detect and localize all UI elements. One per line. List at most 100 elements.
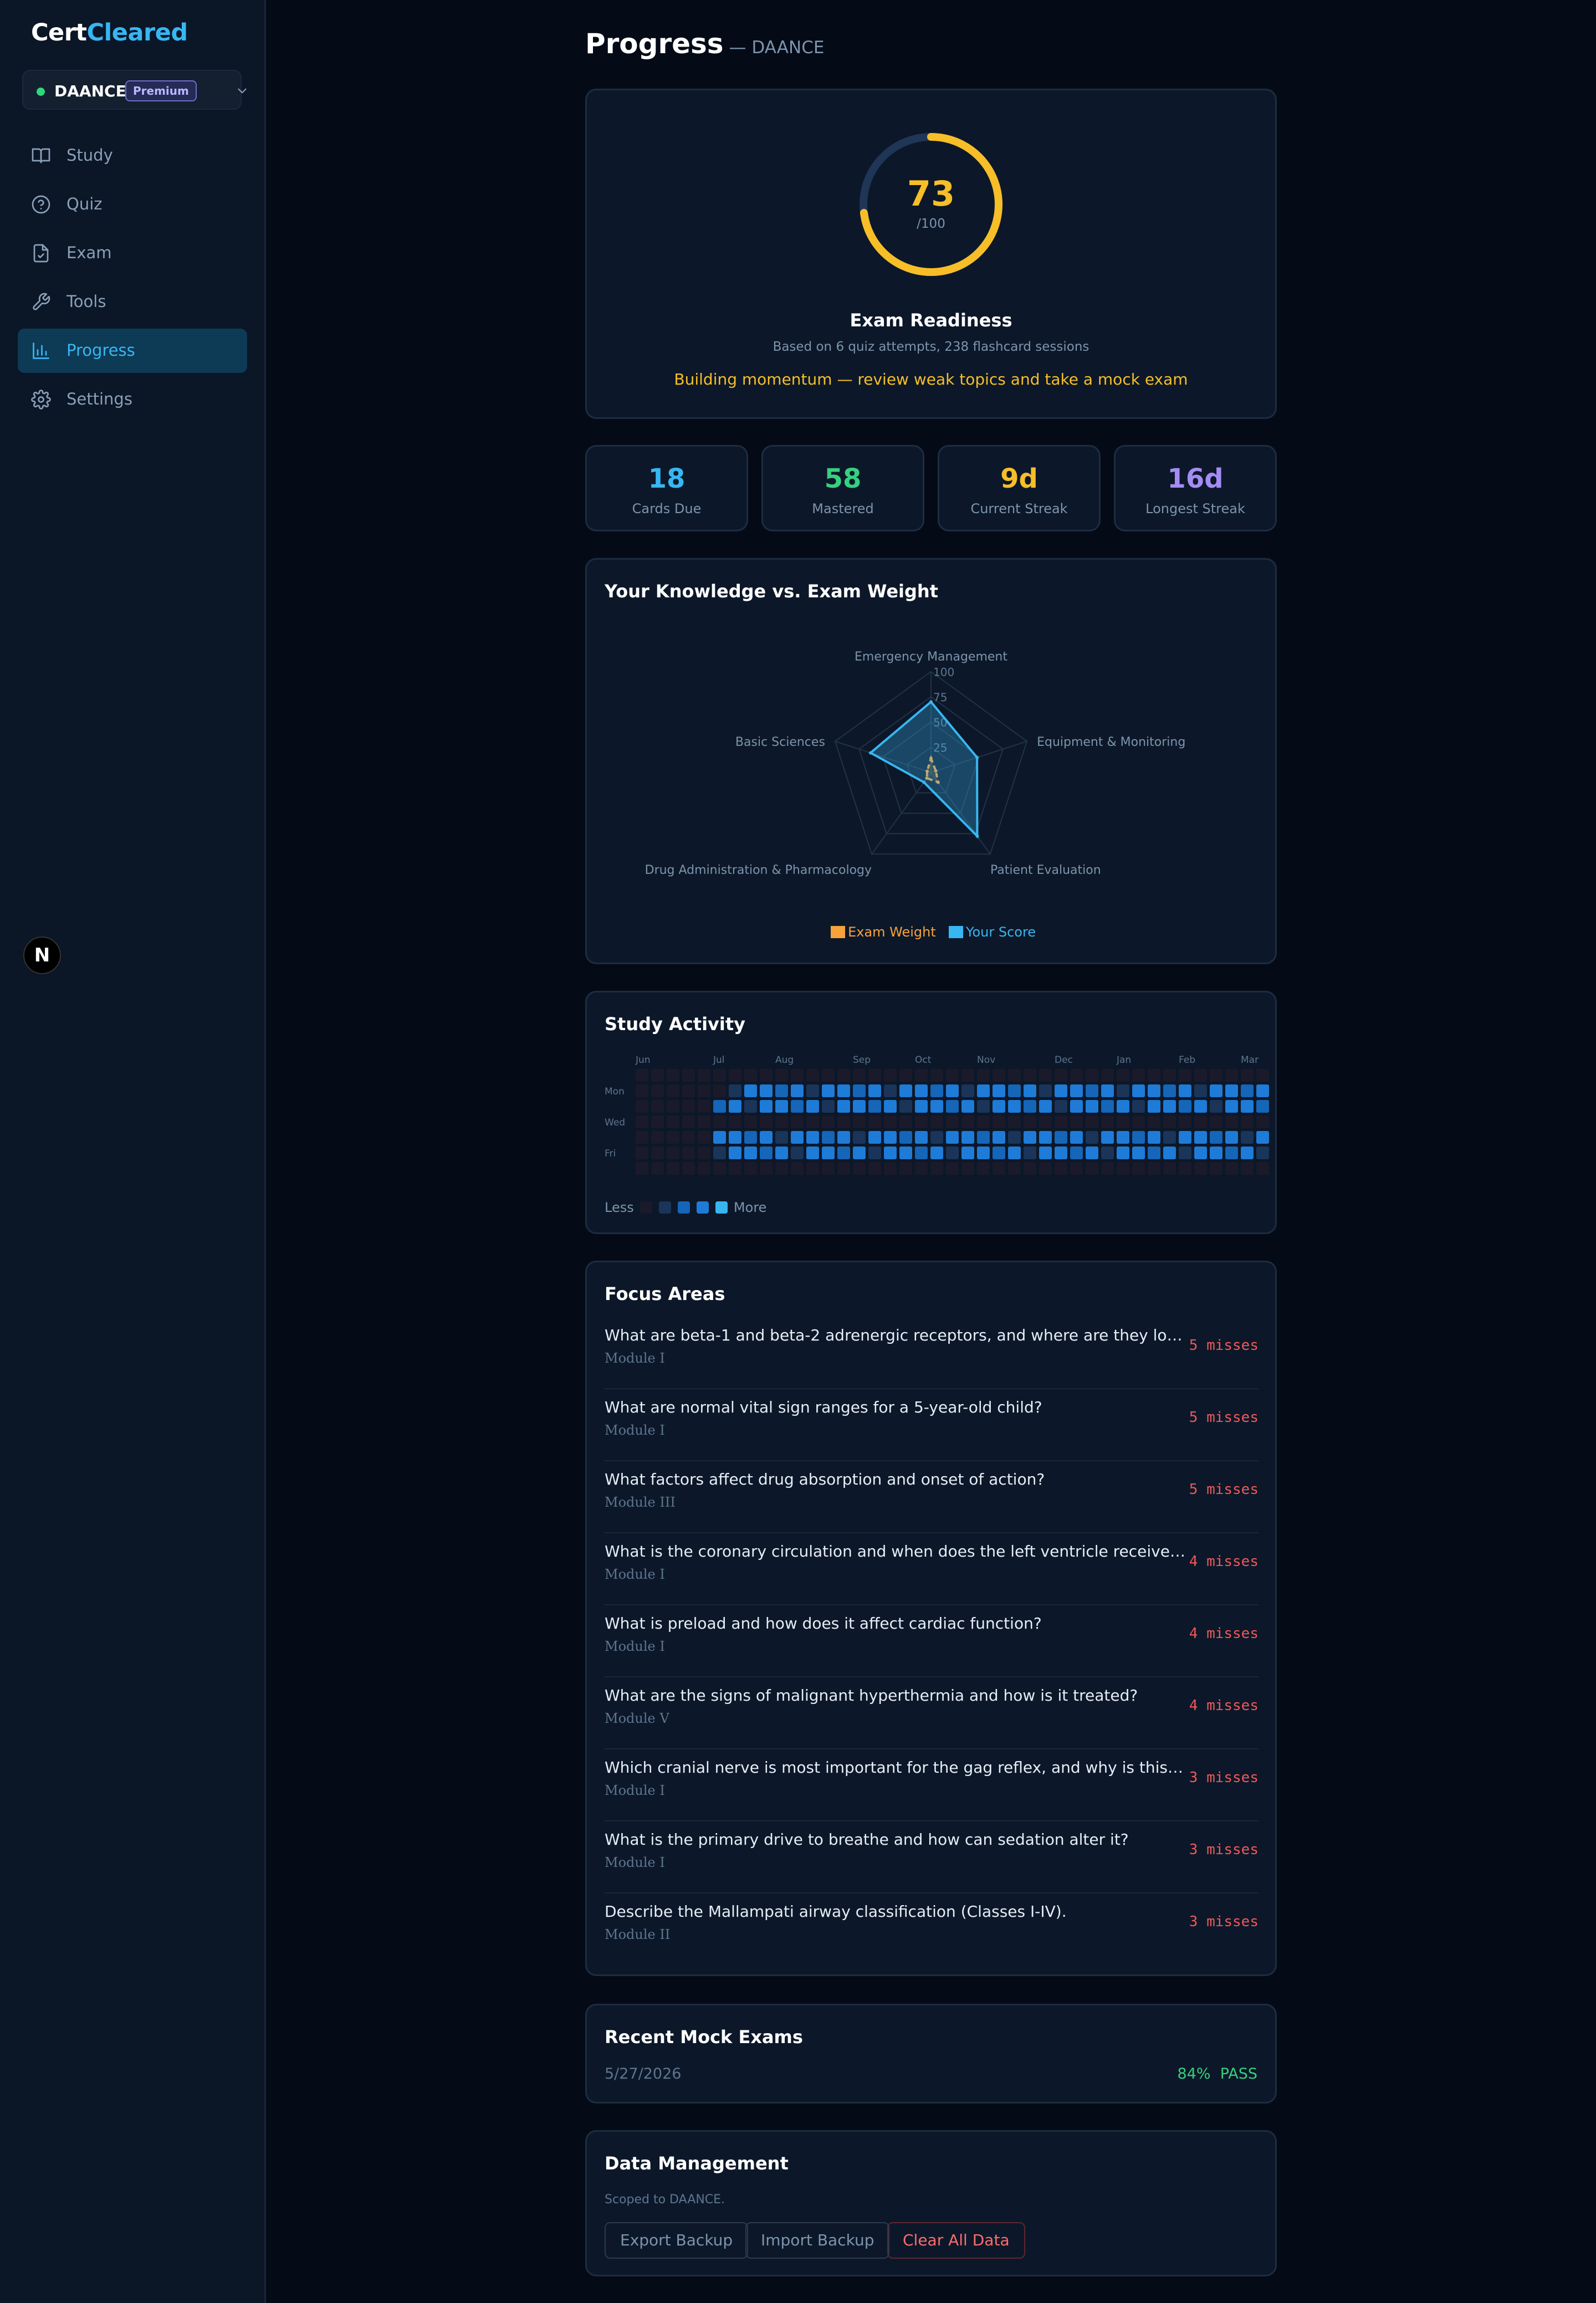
heatmap-cell bbox=[651, 1131, 664, 1144]
radar-point bbox=[929, 700, 933, 704]
heatmap-cell bbox=[791, 1069, 804, 1082]
heatmap-cell bbox=[1008, 1131, 1021, 1144]
dev-tools-badge[interactable]: N bbox=[23, 936, 61, 974]
heatmap-cell bbox=[868, 1084, 881, 1097]
focus-question: What is the coronary circulation and whe… bbox=[605, 1542, 1186, 1560]
heatmap-cell bbox=[977, 1131, 990, 1144]
heatmap-cell bbox=[822, 1069, 835, 1082]
heatmap-cell bbox=[868, 1115, 881, 1128]
heatmap-cell bbox=[1132, 1147, 1145, 1159]
heatmap-cell bbox=[993, 1162, 1005, 1175]
heatmap-cell bbox=[1225, 1084, 1238, 1097]
heatmap-cell bbox=[791, 1131, 804, 1144]
heatmap-cell bbox=[1241, 1084, 1254, 1097]
heatmap-cell bbox=[837, 1162, 850, 1175]
heatmap-cell bbox=[899, 1131, 912, 1144]
heatmap-cell bbox=[993, 1147, 1005, 1159]
focus-item[interactable]: What is the coronary circulation and whe… bbox=[605, 1532, 1259, 1605]
focus-question: What is the primary drive to breathe and… bbox=[605, 1830, 1129, 1849]
heatmap-cell bbox=[1055, 1131, 1067, 1144]
legend-scale bbox=[637, 1201, 731, 1214]
heatmap-cell bbox=[667, 1115, 679, 1128]
heatmap-cell bbox=[930, 1147, 943, 1159]
heatmap-cell bbox=[868, 1162, 881, 1175]
heatmap-cell bbox=[946, 1084, 959, 1097]
focus-question: What factors affect drug absorption and … bbox=[605, 1470, 1045, 1488]
heatmap-cell bbox=[682, 1100, 695, 1113]
heatmap-cell bbox=[1225, 1147, 1238, 1159]
app-logo[interactable]: CertCleared bbox=[31, 19, 188, 47]
mock-result[interactable]: 84% PASS bbox=[1178, 2065, 1258, 2082]
sidebar-item-progress[interactable]: Progress bbox=[18, 329, 247, 373]
focus-item[interactable]: Describe the Mallampati airway classific… bbox=[605, 1892, 1259, 1964]
radar-axis-label: Emergency Management bbox=[855, 650, 1007, 664]
data-mgmt-title: Data Management bbox=[605, 2153, 789, 2174]
focus-item[interactable]: What are beta-1 and beta-2 adrenergic re… bbox=[605, 1316, 1259, 1389]
heatmap-cell bbox=[1070, 1147, 1083, 1159]
stat-current-streak: 9d Current Streak bbox=[938, 445, 1101, 531]
heatmap-cell bbox=[1241, 1069, 1254, 1082]
heatmap-cell bbox=[1194, 1147, 1207, 1159]
heatmap-day-label: Fri bbox=[605, 1148, 616, 1159]
heatmap-cell bbox=[760, 1084, 773, 1097]
heatmap-cell bbox=[1086, 1084, 1098, 1097]
heatmap-cell bbox=[899, 1084, 912, 1097]
heatmap-cell bbox=[915, 1131, 928, 1144]
heatmap-cell bbox=[1194, 1115, 1207, 1128]
heatmap-cell bbox=[884, 1147, 897, 1159]
heatmap-cell bbox=[1086, 1162, 1098, 1175]
heatmap-cell bbox=[977, 1115, 990, 1128]
cert-selector[interactable]: DAANCE Premium bbox=[22, 70, 247, 110]
focus-item[interactable]: What is the primary drive to breathe and… bbox=[605, 1820, 1259, 1893]
heatmap-cell bbox=[1241, 1100, 1254, 1113]
heatmap-cell bbox=[1055, 1162, 1067, 1175]
heatmap-cell bbox=[1179, 1084, 1191, 1097]
heatmap-cell bbox=[729, 1100, 741, 1113]
heatmap-cell bbox=[760, 1147, 773, 1159]
radar-tick-label: 100 bbox=[933, 666, 954, 679]
sidebar-item-tools[interactable]: Tools bbox=[18, 280, 247, 324]
import-backup-button[interactable]: Import Backup bbox=[745, 2222, 890, 2259]
heatmap-cell bbox=[1163, 1147, 1176, 1159]
sidebar-item-exam[interactable]: Exam bbox=[18, 231, 247, 275]
heatmap-cell bbox=[853, 1100, 866, 1113]
sidebar-item-study[interactable]: Study bbox=[18, 134, 247, 178]
radar-point bbox=[868, 751, 872, 755]
heatmap-cell bbox=[1070, 1115, 1083, 1128]
heatmap-cell bbox=[1086, 1115, 1098, 1128]
heatmap-cell bbox=[806, 1115, 819, 1128]
heatmap-cell bbox=[729, 1069, 741, 1082]
question-circle-icon bbox=[32, 195, 50, 214]
focus-item[interactable]: What is preload and how does it affect c… bbox=[605, 1604, 1259, 1677]
heatmap-cell bbox=[682, 1069, 695, 1082]
readiness-score: 73 bbox=[907, 173, 955, 214]
focus-item[interactable]: What factors affect drug absorption and … bbox=[605, 1460, 1259, 1533]
heatmap-cell bbox=[1163, 1100, 1176, 1113]
stat-value: 16d bbox=[1167, 463, 1224, 494]
study-activity-card: Study Activity Jun Jul Aug Sep Oct Nov Dec Jan F… bbox=[585, 991, 1277, 1234]
focus-item[interactable]: What are the signs of malignant hyperthe… bbox=[605, 1676, 1259, 1749]
sidebar-item-settings[interactable]: Settings bbox=[18, 377, 247, 422]
focus-module: Module V bbox=[605, 1711, 669, 1726]
export-backup-button[interactable]: Export Backup bbox=[605, 2222, 749, 2259]
heatmap-cell bbox=[729, 1084, 741, 1097]
focus-areas-card: Focus Areas What are beta-1 and beta-2 a… bbox=[585, 1261, 1277, 1976]
clear-all-data-button[interactable]: Clear All Data bbox=[887, 2222, 1025, 2259]
heatmap-cell bbox=[682, 1162, 695, 1175]
mock-exams-card: Recent Mock Exams 5/27/2026 84% PASS bbox=[585, 2004, 1277, 2104]
focus-item[interactable]: What are normal vital sign ranges for a … bbox=[605, 1388, 1259, 1461]
heatmap-cell bbox=[713, 1100, 726, 1113]
heatmap-cell bbox=[775, 1162, 788, 1175]
focus-item[interactable]: Which cranial nerve is most important fo… bbox=[605, 1748, 1259, 1821]
heatmap-cell bbox=[1117, 1131, 1129, 1144]
heatmap-cell bbox=[915, 1162, 928, 1175]
sidebar-item-quiz[interactable]: Quiz bbox=[18, 182, 247, 227]
heatmap-cell bbox=[791, 1162, 804, 1175]
heatmap-cell bbox=[915, 1147, 928, 1159]
heatmap-cell bbox=[636, 1084, 648, 1097]
heatmap-cell bbox=[760, 1131, 773, 1144]
heatmap-cell bbox=[961, 1115, 974, 1128]
heatmap-cell bbox=[930, 1084, 943, 1097]
heatmap-cell bbox=[636, 1115, 648, 1128]
focus-misses: 3 misses bbox=[1189, 1841, 1259, 1858]
